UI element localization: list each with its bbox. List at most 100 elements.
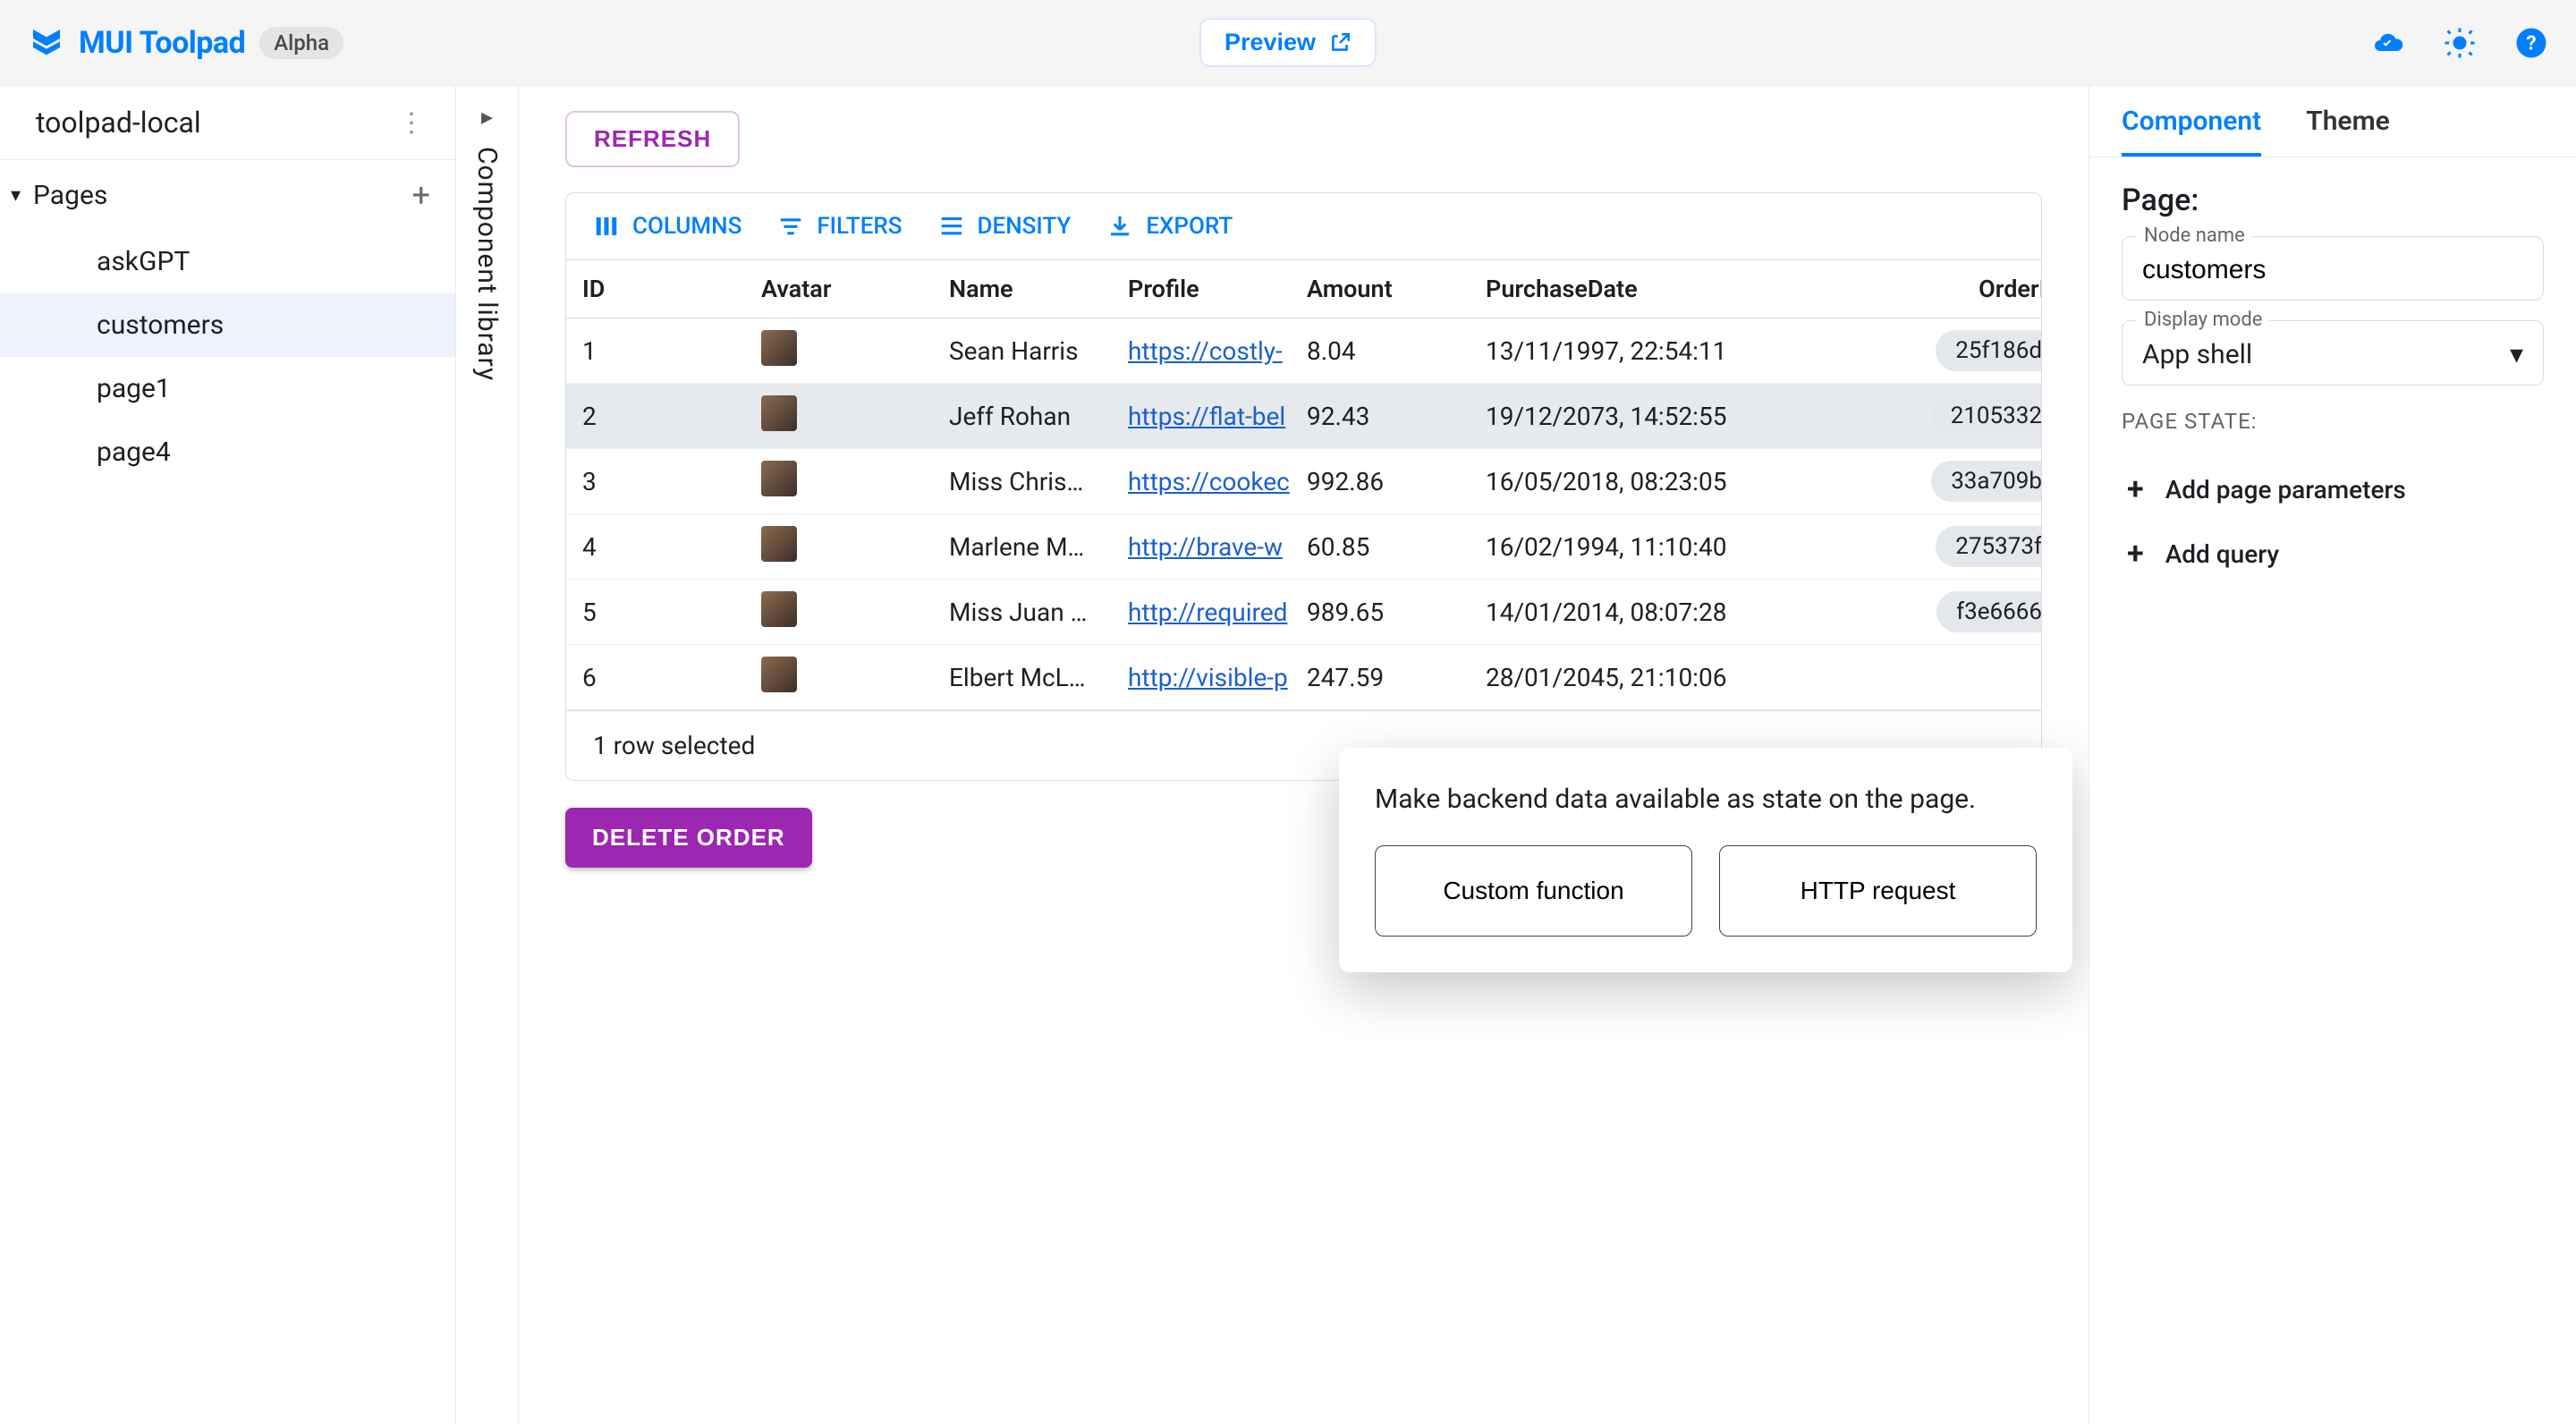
columns-button[interactable]: COLUMNS: [593, 213, 741, 240]
add-page-icon[interactable]: +: [412, 176, 430, 214]
density-button[interactable]: DENSITY: [938, 213, 1072, 240]
table-row[interactable]: 5Miss Juan …http://required989.6514/01/2…: [566, 580, 2041, 645]
help-icon[interactable]: ?: [2515, 27, 2547, 59]
avatar: [761, 330, 797, 366]
col-date[interactable]: PurchaseDate: [1486, 275, 1870, 303]
col-avatar[interactable]: Avatar: [761, 275, 949, 303]
caret-down-icon: ▾: [11, 184, 21, 207]
cell-name: Miss Chris…: [949, 467, 1128, 496]
cell-profile: https://cookec: [1128, 467, 1307, 496]
cell-amount: 60.85: [1307, 532, 1486, 562]
cell-order: 33a709b: [1931, 461, 2042, 502]
node-name-field[interactable]: Node name: [2122, 236, 2544, 301]
cell-order: 25f186d: [1936, 330, 2042, 371]
inspector-tabs: Component Theme: [2089, 86, 2576, 157]
cell-avatar: [761, 657, 949, 699]
table-row[interactable]: 2Jeff Rohanhttps://flat-bel92.4319/12/20…: [566, 384, 2041, 449]
cell-date: 13/11/1997, 22:54:11: [1486, 336, 1870, 366]
columns-icon: [593, 213, 620, 240]
page-item-page4[interactable]: page4: [0, 420, 455, 484]
pages-section-header[interactable]: ▾ Pages +: [0, 160, 455, 230]
columns-label: COLUMNS: [632, 213, 741, 240]
pages-label: Pages: [33, 180, 107, 211]
profile-link[interactable]: http://required: [1128, 598, 1287, 627]
profile-link[interactable]: http://visible-p: [1128, 663, 1288, 692]
col-profile[interactable]: Profile: [1128, 275, 1307, 303]
cell-date: 16/02/1994, 11:10:40: [1486, 532, 1870, 562]
page-item-customers[interactable]: customers: [0, 293, 455, 357]
profile-link[interactable]: https://cookec: [1128, 467, 1290, 496]
tab-theme[interactable]: Theme: [2306, 106, 2390, 157]
cell-avatar: [761, 330, 949, 372]
display-mode-value: App shell: [2142, 339, 2252, 370]
cell-profile: http://brave-w: [1128, 532, 1307, 562]
table-row[interactable]: 1Sean Harrishttps://costly-8.0413/11/199…: [566, 318, 2041, 384]
col-amount[interactable]: Amount: [1307, 275, 1486, 303]
toolpad-logo-icon: [29, 25, 64, 61]
col-order[interactable]: OrderID: [1979, 275, 2042, 303]
order-chip: 25f186d: [1936, 330, 2042, 371]
cell-amount: 989.65: [1307, 598, 1486, 627]
cell-profile: https://flat-bel: [1128, 402, 1307, 431]
inspector-panel: Component Theme Page: Node name Display …: [2089, 86, 2576, 1424]
profile-link[interactable]: https://flat-bel: [1128, 402, 1285, 431]
cloud-done-icon[interactable]: [2372, 27, 2404, 59]
table-row[interactable]: 4Marlene M…http://brave-w60.8516/02/1994…: [566, 514, 2041, 580]
display-mode-field[interactable]: Display mode App shell ▾: [2122, 320, 2544, 386]
add-query-button[interactable]: + Add query: [2122, 521, 2544, 586]
filters-button[interactable]: FILTERS: [777, 213, 902, 240]
cell-date: 28/01/2045, 21:10:06: [1486, 663, 1870, 692]
filter-icon: [777, 213, 804, 240]
component-library-drawer[interactable]: ▸ Component library: [456, 86, 519, 1424]
cell-date: 19/12/2073, 14:52:55: [1486, 402, 1870, 431]
preview-button[interactable]: Preview: [1199, 18, 1377, 67]
table-row[interactable]: 6 Elbert McL…http://visible-p 247.5928/01/…: [566, 645, 2041, 710]
order-chip: f3e6666: [1936, 591, 2042, 632]
refresh-button[interactable]: REFRESH: [565, 111, 740, 167]
cell-avatar: [761, 461, 949, 503]
cell-name: Jeff Rohan: [949, 402, 1128, 431]
add-params-label: Add page parameters: [2165, 475, 2406, 504]
export-button[interactable]: EXPORT: [1106, 213, 1233, 240]
brand-title: MUI Toolpad: [79, 25, 245, 61]
svg-text:?: ?: [2526, 31, 2536, 55]
col-name[interactable]: Name: [949, 275, 1128, 303]
app-name-row: toolpad-local ⋮: [0, 86, 455, 160]
theme-toggle-icon[interactable]: [2444, 27, 2476, 59]
page-item-askGPT[interactable]: askGPT: [0, 230, 455, 293]
table-row[interactable]: 3Miss Chris…https://cookec992.8616/05/20…: [566, 449, 2041, 514]
avatar: [761, 591, 797, 627]
cell-name: Sean Harris: [949, 336, 1128, 366]
app-menu-icon[interactable]: ⋮: [398, 107, 427, 139]
node-name-input[interactable]: [2142, 255, 2523, 285]
data-grid: COLUMNS FILTERS DENSITY EXPORT ID Avatar: [565, 192, 2042, 781]
stage-chip: Alpha: [259, 27, 343, 59]
cell-avatar: [761, 591, 949, 633]
page-item-page1[interactable]: page1: [0, 357, 455, 420]
avatar: [761, 526, 797, 562]
http-request-button[interactable]: HTTP request: [1719, 845, 2037, 937]
open-external-icon: [1328, 31, 1352, 55]
col-id[interactable]: ID: [582, 275, 761, 303]
header-actions: ?: [2372, 27, 2547, 59]
filters-label: FILTERS: [817, 213, 902, 240]
cell-order: 2105332: [1931, 395, 2042, 437]
cell-amount: 247.59: [1307, 663, 1486, 692]
cell-amount: 8.04: [1307, 336, 1486, 366]
cell-id: 6: [582, 663, 761, 692]
add-page-parameters-button[interactable]: + Add page parameters: [2122, 457, 2544, 521]
cell-id: 3: [582, 467, 761, 496]
delete-order-button[interactable]: DELETE ORDER: [565, 808, 812, 868]
chevron-right-icon: ▸: [481, 104, 493, 131]
custom-function-button[interactable]: Custom function: [1375, 845, 1692, 937]
cell-profile: https://costly-: [1128, 336, 1307, 366]
app-header: MUI Toolpad Alpha Preview ?: [0, 0, 2576, 86]
profile-link[interactable]: http://brave-w: [1128, 532, 1283, 562]
plus-icon: +: [2127, 471, 2144, 507]
tab-component[interactable]: Component: [2122, 106, 2261, 157]
profile-link[interactable]: https://costly-: [1128, 336, 1283, 366]
add-query-popover: Make backend data available as state on …: [1339, 748, 2072, 972]
cell-id: 4: [582, 532, 761, 562]
cell-name: Elbert McL…: [949, 663, 1128, 692]
cell-avatar: [761, 395, 949, 437]
